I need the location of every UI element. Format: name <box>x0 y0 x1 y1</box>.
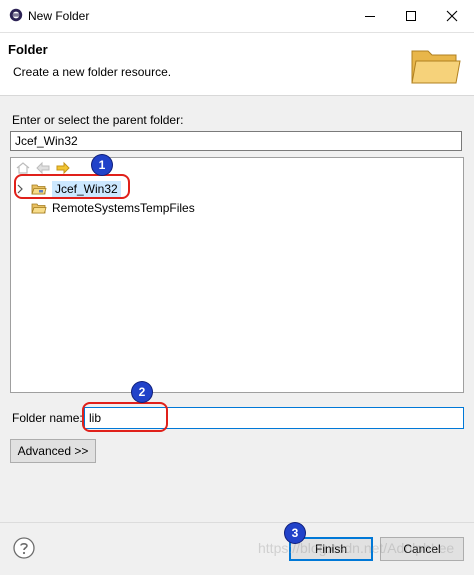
home-icon[interactable] <box>15 161 31 175</box>
title-bar: New Folder <box>0 0 474 33</box>
watermark: https://blog.csdn.net/AdolphLee <box>258 540 455 556</box>
wizard-banner: Folder Create a new folder resource. <box>0 33 474 96</box>
minimize-button[interactable] <box>350 0 390 32</box>
help-icon[interactable] <box>12 536 36 560</box>
maximize-icon <box>406 11 416 21</box>
back-arrow-icon[interactable] <box>35 161 51 175</box>
wizard-description: Create a new folder resource. <box>13 65 172 79</box>
callout-highlight-2 <box>82 402 168 432</box>
folder-icon <box>31 203 47 214</box>
maximize-button[interactable] <box>391 0 431 32</box>
tree-nav-toolbar <box>15 161 71 175</box>
callout-badge-1: 1 <box>92 155 112 175</box>
callout-highlight-1 <box>14 174 130 199</box>
close-button[interactable] <box>432 0 472 32</box>
wizard-title: Folder <box>8 42 48 57</box>
minimize-icon <box>365 16 375 17</box>
parent-folder-label: Enter or select the parent folder: <box>12 113 184 127</box>
eclipse-app-icon <box>9 8 23 22</box>
folder-name-label: Folder name: <box>12 411 83 425</box>
tree-item-label: RemoteSystemsTempFiles <box>52 201 195 215</box>
footer-divider <box>0 522 474 523</box>
close-icon <box>446 10 458 22</box>
folder-banner-icon <box>411 50 461 84</box>
callout-badge-3: 3 <box>285 523 305 543</box>
tree-item[interactable]: RemoteSystemsTempFiles <box>15 199 195 217</box>
window-title: New Folder <box>28 9 90 23</box>
advanced-button[interactable]: Advanced >> <box>10 439 96 463</box>
forward-arrow-icon[interactable] <box>55 161 71 175</box>
parent-folder-input[interactable] <box>10 131 462 151</box>
callout-badge-2: 2 <box>132 382 152 402</box>
